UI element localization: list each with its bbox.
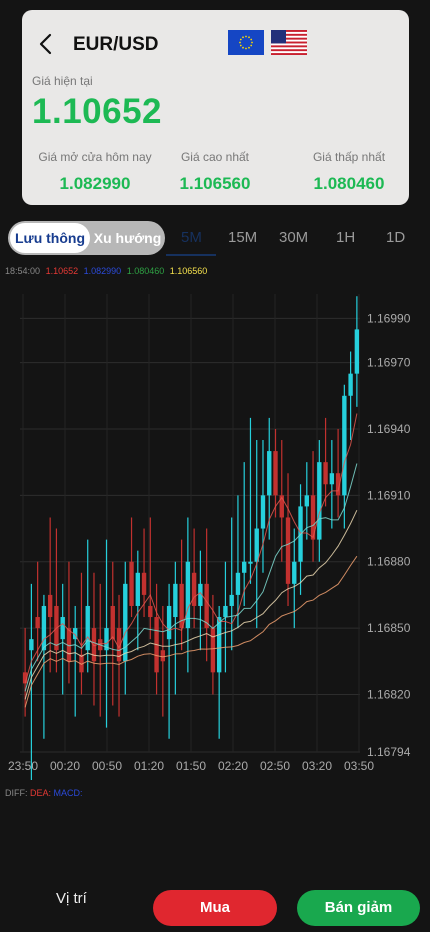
pair-title: EUR/USD [73,34,159,55]
candle-body [354,329,360,374]
candle-body [160,650,166,662]
open-stat: Giá mở cửa hôm nay 1.082990 [30,150,160,194]
chart-legend: 18:54:00 1.10652 1.082990 1.080460 1.106… [5,266,210,276]
x-tick-label: 02:20 [218,759,248,773]
candle-body [235,572,241,595]
current-price: 1.10652 [32,92,163,131]
candle-body [123,583,128,662]
timeframe-30m[interactable]: 30M [279,229,308,246]
candle-body [329,473,335,485]
candle-body [91,628,97,662]
toggle-option-flow[interactable]: Lưu thông [10,223,90,253]
candle-body [41,605,47,651]
timeframe-1d[interactable]: 1D [386,229,405,246]
eu-flag-icon [228,30,264,55]
low-stat: Giá thấp nhất 1.080460 [294,150,404,194]
y-tick-label: 1.16910 [367,488,411,502]
candle-body [267,451,272,496]
candle-body [173,583,178,618]
candle-body [85,605,90,651]
candle-body [342,395,347,496]
candle-body [47,594,53,618]
candle-body [210,628,216,673]
legend-value-2: 1.082990 [83,266,122,276]
buy-button[interactable]: Mua [153,890,277,926]
high-value: 1.106560 [179,174,251,193]
x-tick-label: 00:50 [92,759,122,773]
chart-mode-toggle[interactable]: Lưu thông Xu hướng [8,221,165,255]
y-tick-label: 1.16850 [367,621,411,635]
timeframe-1h[interactable]: 1H [336,229,355,246]
candle-body [129,561,134,606]
candlestick-chart[interactable]: 1.16990 1.16970 1.16940 1.16910 1.16880 1.168… [0,280,430,780]
legend-time: 18:54:00 [5,266,41,276]
position-link[interactable]: Vị trí [56,890,87,907]
y-tick-label: 1.16794 [367,745,411,759]
y-tick-label: 1.16990 [367,311,411,325]
sell-button[interactable]: Bán giảm [297,890,420,926]
high-stat: Giá cao nhất 1.106560 [165,150,265,194]
legend-value-3: 1.080460 [126,266,165,276]
current-price-label: Giá hiện tại [32,74,93,88]
price-card: EUR/USD Giá hiện tại 1.10652 Giá mở cửa … [22,10,409,205]
candle-body [317,462,322,540]
macd-legend: DIFF: DEA: MACD: [5,788,83,798]
candle-body [285,517,291,584]
low-value: 1.080460 [313,174,385,193]
y-tick-label: 1.16880 [367,555,411,569]
candle-body [35,617,40,629]
timeframe-active-underline [166,254,216,256]
y-tick-label: 1.16820 [367,687,411,701]
candle-body [248,561,253,564]
legend-value-1: 1.10652 [45,266,79,276]
candle-body [60,617,65,640]
candle-body [304,495,309,507]
macd-legend-macd: MACD: [53,788,83,798]
candle-body [191,572,197,606]
us-flag-icon [271,30,307,55]
x-tick-label: 03:20 [302,759,332,773]
open-value: 1.082990 [59,174,131,193]
x-tick-label: 01:20 [134,759,164,773]
x-tick-label: 03:50 [344,759,374,773]
open-label: Giá mở cửa hôm nay [38,150,152,164]
candle-body [242,561,247,573]
candle-body [348,373,353,396]
candle-body [229,594,234,606]
candle-body [110,605,115,640]
x-tick-label: 23:50 [8,759,38,773]
candle-body [29,639,34,651]
candle-body [166,605,172,640]
candle-body [292,561,297,584]
candle-body [148,605,153,618]
low-label: Giá thấp nhất [312,150,386,164]
candle-body [141,572,147,595]
candle-body [323,462,328,485]
candle-body [216,617,222,673]
x-tick-label: 01:50 [176,759,206,773]
x-tick-label: 02:50 [260,759,290,773]
candle-body [223,605,228,618]
y-tick-label: 1.16940 [367,422,411,436]
y-tick-label: 1.16970 [367,356,411,370]
candle-body [254,528,259,562]
macd-legend-dea: DEA: [30,788,52,798]
candle-body [273,451,278,496]
candle-body [135,572,140,606]
high-label: Giá cao nhất [180,150,250,164]
legend-value-4: 1.106560 [169,266,208,276]
candle-body [260,495,266,529]
timeframe-15m[interactable]: 15M [228,229,257,246]
timeframe-5m[interactable]: 5M [181,229,202,246]
candle-body [279,495,284,518]
macd-legend-diff: DIFF: [5,788,28,798]
toggle-option-trend[interactable]: Xu hướng [92,223,163,253]
back-icon[interactable] [36,32,56,56]
x-tick-label: 00:20 [50,759,80,773]
